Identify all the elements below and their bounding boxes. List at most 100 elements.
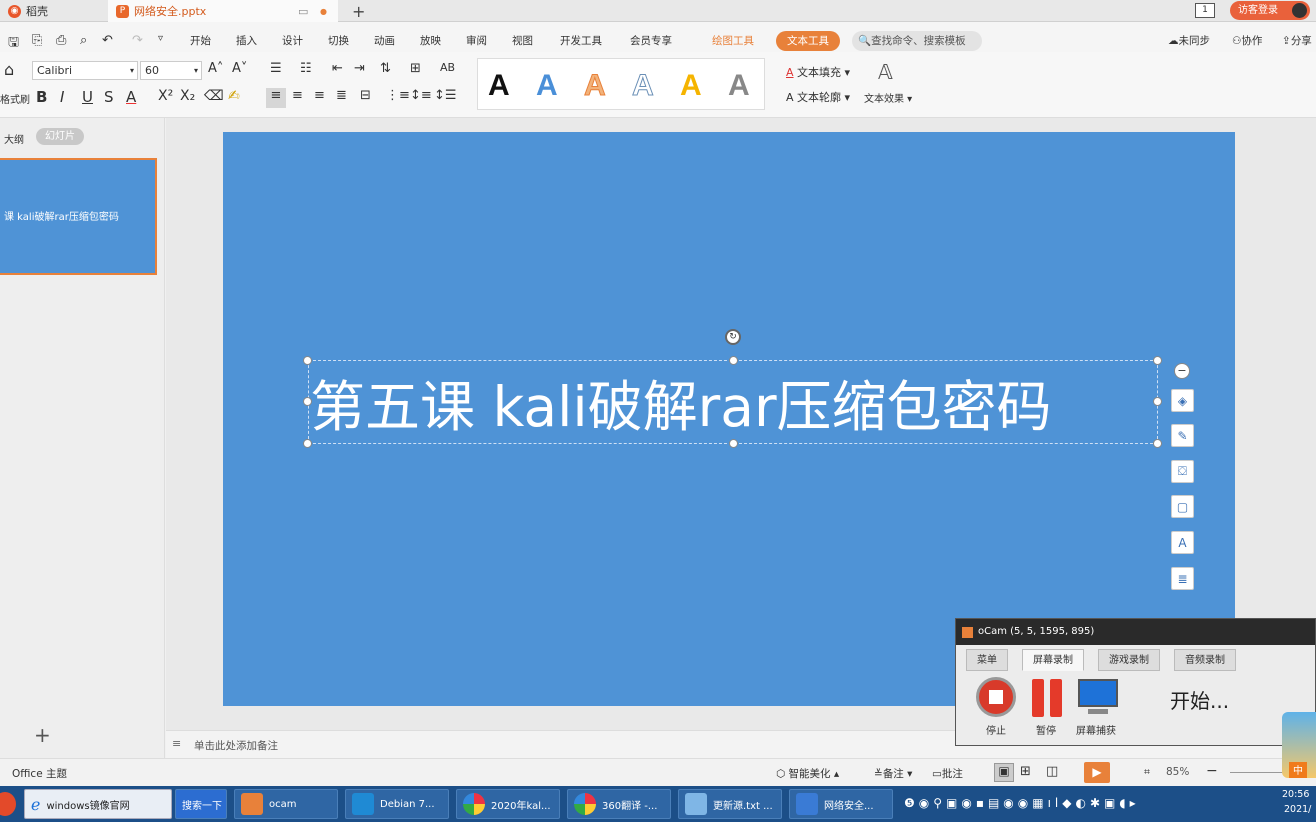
- taskbar-ie[interactable]: ℯ windows镜像官网: [24, 789, 172, 819]
- taskbar-debian[interactable]: Debian 7...: [345, 789, 449, 819]
- bullet-list-icon[interactable]: ☰: [270, 61, 282, 76]
- clear-format-icon[interactable]: ⌫: [204, 88, 224, 104]
- font-family-select[interactable]: Calibri ▾: [32, 61, 138, 80]
- phonetic-icon[interactable]: ✍: [228, 88, 240, 104]
- resize-handle[interactable]: [1153, 439, 1162, 448]
- text-direction-icon[interactable]: ⇅: [380, 61, 391, 76]
- taskbar-notepad[interactable]: 更新源.txt ...: [678, 789, 782, 819]
- resize-handle[interactable]: [729, 439, 738, 448]
- font-color-icon[interactable]: A: [126, 88, 136, 106]
- resize-handle[interactable]: [1153, 356, 1162, 365]
- convert-smartart-icon[interactable]: AB: [440, 61, 455, 74]
- layers-icon[interactable]: ◈: [1171, 389, 1194, 412]
- text-outline-button[interactable]: A 文本轮廓 ▾: [786, 89, 850, 105]
- ocam-titlebar[interactable]: oCam (5, 5, 1595, 895): [956, 619, 1315, 645]
- zoom-out-icon[interactable]: −: [1206, 763, 1218, 779]
- tab-document[interactable]: P 网络安全.pptx ▭ ●: [108, 0, 338, 22]
- input-method-icon[interactable]: 中: [1289, 762, 1307, 778]
- format-painter-icon[interactable]: ⌂: [4, 60, 14, 79]
- bold-icon[interactable]: B: [36, 88, 47, 106]
- preview-icon[interactable]: ⌕: [80, 33, 87, 48]
- taskbar-translate[interactable]: 360翻译 -...: [567, 789, 671, 819]
- align-right-icon[interactable]: ≡: [314, 88, 325, 103]
- menu-text-tools[interactable]: 文本工具: [776, 31, 840, 51]
- text-fill-button[interactable]: A 文本填充 ▾: [786, 64, 850, 80]
- rotate-handle-icon[interactable]: ↻: [725, 329, 741, 345]
- smart-beautify-button[interactable]: ⬡ 智能美化 ▴: [776, 766, 839, 781]
- add-slide-button[interactable]: +: [34, 723, 51, 747]
- menu-drawing-tools[interactable]: 绘图工具: [712, 33, 754, 48]
- redo-icon[interactable]: ↷: [132, 33, 143, 48]
- screen-capture-button[interactable]: [1078, 679, 1118, 717]
- guest-login-button[interactable]: 访客登录: [1230, 1, 1310, 20]
- menu-review[interactable]: 审阅: [466, 33, 487, 48]
- border-icon[interactable]: ▢: [1171, 495, 1194, 518]
- system-tray-icons[interactable]: ❺◉⚲▣◉▪▤◉◉▦ıl◆◐✱▣◖▸: [904, 796, 1140, 810]
- menu-developer[interactable]: 开发工具: [560, 33, 602, 48]
- desktop-widget[interactable]: 中: [1282, 712, 1316, 778]
- paragraph-spacing-icon[interactable]: ↕☰: [434, 88, 457, 103]
- print-icon[interactable]: ⎙: [56, 33, 66, 48]
- align-left-icon[interactable]: ≡: [266, 88, 286, 108]
- share-button[interactable]: ⇪分享: [1282, 33, 1312, 48]
- wordart-style-blue-outline[interactable]: A: [632, 69, 655, 103]
- reading-view-icon[interactable]: ◫: [1046, 764, 1058, 779]
- clock-time[interactable]: 20:56: [1282, 789, 1309, 800]
- align-center-icon[interactable]: ≡: [292, 88, 303, 103]
- notes-toggle-button[interactable]: ≚备注 ▾: [874, 766, 912, 781]
- format-painter-label[interactable]: 格式刷: [0, 91, 30, 106]
- line-spacing-icon[interactable]: ↕≡: [410, 88, 432, 103]
- ocam-tab-game-record[interactable]: 游戏录制: [1098, 649, 1160, 671]
- italic-icon[interactable]: I: [60, 88, 64, 106]
- resize-handle[interactable]: [303, 356, 312, 365]
- text-wrap-icon[interactable]: ≣: [1171, 567, 1194, 590]
- menu-design[interactable]: 设计: [282, 33, 303, 48]
- customize-icon[interactable]: ▿: [158, 33, 163, 44]
- taskbar-browser[interactable]: 2020年kal...: [456, 789, 560, 819]
- fit-window-icon[interactable]: ⌗: [1144, 766, 1150, 779]
- wordart-style-blue[interactable]: A: [536, 69, 558, 103]
- decrease-indent-icon[interactable]: ⇤: [332, 61, 343, 76]
- tab-slides[interactable]: 幻灯片: [36, 128, 84, 145]
- increase-indent-icon[interactable]: ⇥: [354, 61, 365, 76]
- text-effects-button[interactable]: 文本效果 ▾: [864, 90, 912, 105]
- resize-handle[interactable]: [1153, 397, 1162, 406]
- menu-view[interactable]: 视图: [512, 33, 533, 48]
- text-effects-icon[interactable]: 𝔸: [878, 60, 893, 84]
- menu-insert[interactable]: 插入: [236, 33, 257, 48]
- stop-button[interactable]: [976, 677, 1016, 717]
- taskbar-wps[interactable]: 网络安全...: [789, 789, 893, 819]
- comments-button[interactable]: ▭批注: [932, 766, 963, 781]
- distribute-icon[interactable]: ⊟: [360, 88, 371, 103]
- normal-view-icon[interactable]: ▣: [994, 763, 1014, 782]
- play-slideshow-icon[interactable]: ▶: [1084, 762, 1110, 783]
- export-icon[interactable]: ⎘: [32, 33, 42, 48]
- wordart-style-black[interactable]: A: [488, 69, 510, 103]
- ocam-tab-menu[interactable]: 菜单: [966, 649, 1008, 671]
- slide-thumbnail[interactable]: 课 kali破解rar压缩包密码: [0, 158, 157, 275]
- menu-animation[interactable]: 动画: [374, 33, 395, 48]
- font-size-select[interactable]: 60 ▾: [140, 61, 202, 80]
- tab-home[interactable]: ◉ 稻壳: [0, 0, 104, 22]
- ocam-tab-screen-record[interactable]: 屏幕录制: [1022, 649, 1084, 671]
- menu-slideshow[interactable]: 放映: [420, 33, 441, 48]
- columns-icon[interactable]: ⋮≡: [386, 88, 410, 103]
- ocam-tab-audio-record[interactable]: 音频录制: [1174, 649, 1236, 671]
- superscript-icon[interactable]: X²: [158, 88, 173, 104]
- underline-icon[interactable]: U: [82, 88, 93, 106]
- slide-sorter-icon[interactable]: ⊞: [1020, 764, 1031, 779]
- shrink-font-icon[interactable]: A˅: [232, 61, 247, 76]
- align-text-icon[interactable]: ⊞: [410, 61, 421, 76]
- collab-button[interactable]: ⚇协作: [1232, 33, 1262, 48]
- taskbar-search[interactable]: 搜索一下: [175, 789, 227, 819]
- undo-icon[interactable]: ↶: [102, 33, 113, 48]
- resize-handle[interactable]: [303, 397, 312, 406]
- collapse-icon[interactable]: −: [1174, 363, 1190, 379]
- pen-icon[interactable]: ✎: [1171, 424, 1194, 447]
- resize-handle[interactable]: [303, 439, 312, 448]
- menu-start[interactable]: 开始: [190, 33, 211, 48]
- strikethrough-icon[interactable]: S: [104, 88, 114, 106]
- taskbar-ocam[interactable]: ocam: [234, 789, 338, 819]
- text-style-icon[interactable]: A: [1171, 531, 1194, 554]
- monitor-icon[interactable]: ▭: [298, 5, 308, 18]
